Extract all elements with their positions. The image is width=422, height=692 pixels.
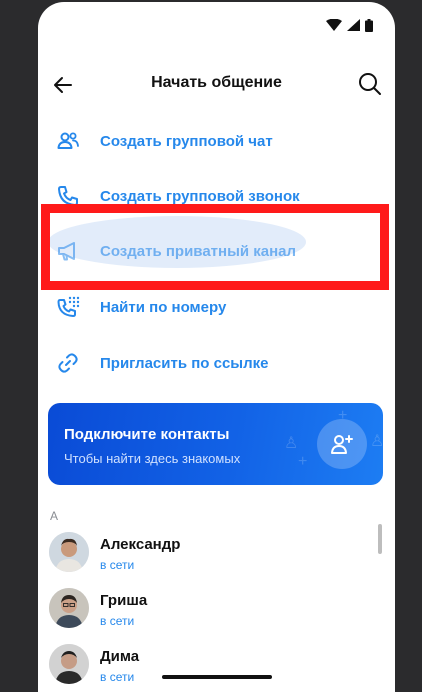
search-button[interactable] [357,71,383,97]
invite-by-link-button[interactable]: Пригласить по ссылке [38,338,395,388]
battery-icon [365,18,373,32]
page-title: Начать общение [151,74,282,91]
avatar [49,644,89,684]
wifi-icon [326,19,342,31]
contact-name: Александр [100,536,181,553]
scrollbar[interactable] [378,524,382,554]
menu-item-label: Пригласить по ссылке [100,354,269,372]
phone-keypad-icon [57,296,80,317]
plus-deco-icon: + [298,453,308,470]
menu-item-label: Создать групповой звонок [100,187,300,205]
signal-icon [347,19,360,31]
contact-row[interactable]: Гриша в сети [38,586,378,636]
connect-contacts-banner[interactable]: ♙ + ♙ + Подключите контакты Чтобы найти … [48,403,383,485]
menu-item-label: Создать групповой чат [100,132,273,150]
contact-status: в сети [100,614,135,628]
contact-name: Гриша [100,592,148,609]
banner-title: Подключите контакты [64,426,230,443]
avatar [49,588,89,628]
user-deco-icon: ♙ [370,433,383,450]
section-letter: А [50,509,59,523]
menu-item-label: Найти по номеру [100,298,227,316]
phone-screen: Начать общение Создать групповой чат Соз… [38,2,395,692]
add-user-icon [331,435,353,454]
contact-status: в сети [100,670,135,684]
status-bar [326,18,373,32]
home-indicator[interactable] [162,675,272,679]
link-icon [58,353,78,373]
contact-status: в сети [100,558,135,572]
user-deco-icon: ♙ [284,435,299,452]
add-contacts-button[interactable] [317,419,367,469]
highlight-frame [41,204,389,290]
search-icon [359,73,381,95]
users-icon [57,132,79,149]
contact-row[interactable]: Александр в сети [38,530,378,580]
contact-name: Дима [100,648,140,665]
banner-subtitle: Чтобы найти здесь знакомых [64,451,241,466]
avatar [49,532,89,572]
create-group-chat-button[interactable]: Создать групповой чат [38,116,395,166]
contact-row[interactable]: Дима в сети [38,642,378,692]
header: Начать общение [38,64,395,104]
